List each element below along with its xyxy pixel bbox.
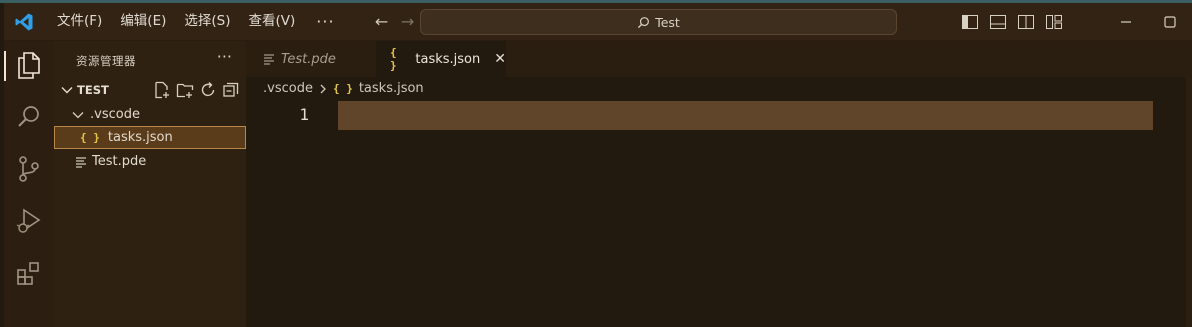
tree-item-tasks-json[interactable]: { } tasks.json: [54, 126, 246, 149]
vscode-window: 文件(F) 编辑(E) 选择(S) 查看(V) ··· ← → Test 资源管…: [0, 0, 1192, 327]
tree-item-label: tasks.json: [107, 130, 173, 145]
search-text: Test: [655, 14, 680, 30]
tab-test-pde[interactable]: Test.pde: [246, 41, 377, 77]
editor-scrollbar[interactable]: [1186, 77, 1192, 327]
close-tab-icon[interactable]: ✕: [494, 51, 506, 67]
folder-actions: [153, 79, 240, 101]
json-file-icon: { }: [332, 82, 353, 95]
toggle-primary-sidebar-icon[interactable]: [956, 3, 984, 40]
menu-more-button[interactable]: ···: [304, 12, 346, 31]
refresh-icon[interactable]: [199, 81, 217, 99]
chevron-right-icon: [320, 84, 326, 93]
breadcrumb: .vscode { } tasks.json: [263, 81, 424, 96]
menu-view[interactable]: 查看(V): [240, 3, 305, 40]
explorer-icon[interactable]: [13, 49, 45, 81]
explorer-sidebar: 资源管理器 ··· TEST .vscode { } tasks.json Te…: [54, 41, 246, 327]
new-folder-icon[interactable]: [176, 81, 194, 99]
tab-label: Test.pde: [281, 51, 336, 67]
menu-edit[interactable]: 编辑(E): [111, 3, 175, 40]
search-view-icon[interactable]: [13, 101, 45, 133]
json-file-icon: { }: [390, 46, 397, 72]
command-center-search[interactable]: Test: [420, 9, 897, 35]
menu-file[interactable]: 文件(F): [48, 3, 111, 40]
workspace-folder-header[interactable]: TEST: [54, 79, 246, 101]
new-file-icon[interactable]: [153, 81, 171, 99]
tab-label: tasks.json: [415, 51, 481, 67]
extensions-icon[interactable]: [13, 257, 45, 289]
maximize-icon[interactable]: [1156, 3, 1184, 40]
menu-selection[interactable]: 选择(S): [175, 3, 239, 40]
chevron-down-icon: [72, 111, 84, 118]
editor-tab-bar: Test.pde { } tasks.json ✕: [246, 41, 1192, 77]
forward-arrow-icon[interactable]: →: [395, 12, 421, 31]
sidebar-title: 资源管理器: [76, 54, 136, 68]
editor-current-line[interactable]: [338, 101, 1153, 130]
active-view-indicator: [4, 51, 6, 81]
tree-item-label: Test.pde: [92, 154, 147, 169]
breadcrumb-folder[interactable]: .vscode: [263, 81, 313, 96]
json-file-icon: { }: [80, 131, 100, 144]
source-control-icon[interactable]: [13, 153, 45, 185]
tab-tasks-json[interactable]: { } tasks.json ✕: [376, 41, 506, 77]
text-file-icon: [76, 156, 86, 168]
tree-item-label: .vscode: [90, 107, 140, 122]
collapse-all-icon[interactable]: [222, 81, 240, 99]
run-debug-icon[interactable]: [13, 205, 45, 237]
line-number: 1: [299, 105, 309, 124]
title-bar: 文件(F) 编辑(E) 选择(S) 查看(V) ··· ← → Test: [4, 3, 1192, 41]
customize-layout-icon[interactable]: [1040, 3, 1068, 40]
vscode-logo-icon[interactable]: [12, 10, 36, 34]
workspace-folder-name: TEST: [77, 83, 109, 97]
text-file-icon: [264, 54, 274, 65]
back-arrow-icon[interactable]: ←: [369, 12, 395, 31]
toggle-panel-icon[interactable]: [984, 3, 1012, 40]
sidebar-more-button[interactable]: ···: [217, 47, 232, 66]
breadcrumb-file[interactable]: tasks.json: [359, 81, 424, 96]
minimize-icon[interactable]: [1112, 3, 1140, 40]
chevron-down-icon: [61, 87, 73, 94]
tree-item-test-pde[interactable]: Test.pde: [54, 150, 246, 173]
toggle-secondary-sidebar-icon[interactable]: [1012, 3, 1040, 40]
activity-bar: [4, 41, 54, 327]
window-controls: [956, 3, 1184, 40]
search-icon: [638, 16, 650, 28]
tree-item-vscode-folder[interactable]: .vscode: [54, 103, 246, 126]
